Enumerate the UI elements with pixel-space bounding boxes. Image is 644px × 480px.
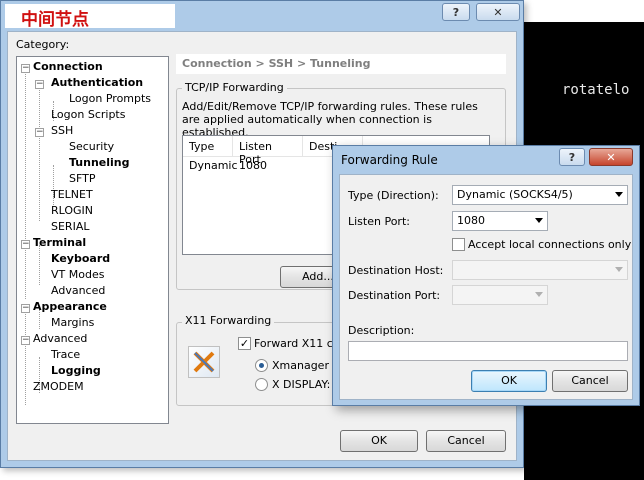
dialog-body: Type (Direction): Dynamic (SOCKS4/5) Lis…: [339, 174, 633, 400]
column-header-type[interactable]: Type: [183, 136, 233, 156]
help-button[interactable]: ?: [442, 3, 470, 21]
cancel-button[interactable]: Cancel: [552, 370, 628, 392]
tree-item-terminal-advanced[interactable]: Advanced: [51, 283, 105, 299]
type-direction-label: Type (Direction):: [348, 189, 439, 202]
tree-item-trace[interactable]: Trace: [51, 347, 80, 363]
tree-item-terminal[interactable]: Terminal: [33, 235, 86, 251]
forward-x11-checkbox[interactable]: ✓: [238, 337, 251, 350]
destination-port-label: Destination Port:: [348, 289, 441, 302]
xdisplay-radio[interactable]: [255, 378, 268, 391]
tree-line: [25, 69, 26, 299]
tree-item-sftp[interactable]: SFTP: [69, 171, 95, 187]
breadcrumb: Connection > SSH > Tunneling: [176, 54, 506, 74]
tree-item-connection[interactable]: Connection: [33, 59, 103, 75]
chevron-down-icon: [615, 267, 623, 272]
titlebar: 中间节点 ? ✕: [1, 1, 523, 31]
tree-line: [39, 85, 40, 221]
tcpip-group-label: TCP/IP Forwarding: [182, 81, 287, 94]
titlebar-buttons: ? ✕: [559, 148, 633, 166]
listen-port-label: Listen Port:: [348, 215, 410, 228]
category-tree[interactable]: − Connection − Authentication Logon Prom…: [16, 56, 169, 424]
x11-group-label: X11 Forwarding: [182, 314, 275, 327]
collapse-icon[interactable]: −: [35, 80, 44, 89]
forwarding-rule-dialog: Forwarding Rule ? ✕ Type (Direction): Dy…: [332, 145, 640, 406]
category-label: Category:: [16, 38, 70, 51]
close-button[interactable]: ✕: [589, 148, 633, 166]
xmanager-radio[interactable]: [255, 359, 268, 372]
tree-item-keyboard[interactable]: Keyboard: [51, 251, 110, 267]
listen-port-value: 1080: [457, 214, 485, 227]
window-title: 中间节点: [5, 4, 175, 30]
help-button[interactable]: ?: [559, 148, 585, 166]
dialog-title: Forwarding Rule: [341, 153, 438, 167]
tree-item-zmodem[interactable]: ZMODEM: [33, 379, 84, 395]
tree-item-margins[interactable]: Margins: [51, 315, 94, 331]
description-input[interactable]: [348, 341, 628, 361]
listen-port-combo[interactable]: 1080: [452, 211, 548, 231]
tree-item-tunneling[interactable]: Tunneling: [69, 155, 130, 171]
tree-item-security[interactable]: Security: [69, 139, 114, 155]
tree-item-logging[interactable]: Logging: [51, 363, 101, 379]
cancel-button[interactable]: Cancel: [426, 430, 506, 452]
collapse-icon[interactable]: −: [21, 336, 30, 345]
tcpip-description: Add/Edit/Remove TCP/IP forwarding rules.…: [182, 100, 478, 139]
tree-item-advanced[interactable]: Advanced: [33, 331, 87, 347]
terminal-text: rotatelo: [562, 82, 630, 98]
tree-item-logon-scripts[interactable]: Logon Scripts: [51, 107, 125, 123]
collapse-icon[interactable]: −: [21, 304, 30, 313]
type-direction-select[interactable]: Dynamic (SOCKS4/5): [452, 185, 628, 205]
chevron-down-icon: [535, 292, 543, 297]
collapse-icon[interactable]: −: [35, 128, 44, 137]
tree-item-appearance[interactable]: Appearance: [33, 299, 107, 315]
close-button[interactable]: ✕: [476, 3, 520, 21]
xmanager-icon: [188, 346, 220, 378]
chevron-down-icon: [615, 192, 623, 197]
xdisplay-label: X DISPLAY:: [272, 378, 331, 391]
column-header-listen-port[interactable]: Listen Port: [233, 136, 303, 166]
tree-item-authentication[interactable]: Authentication: [51, 75, 143, 91]
ok-button[interactable]: OK: [471, 370, 547, 392]
tree-item-vt-modes[interactable]: VT Modes: [51, 267, 104, 283]
xmanager-label: Xmanager: [272, 359, 329, 372]
cell-type: Dynamic: [189, 159, 238, 172]
titlebar-buttons: ? ✕: [442, 3, 520, 21]
tree-item-ssh[interactable]: SSH: [51, 123, 73, 139]
destination-host-label: Destination Host:: [348, 264, 444, 277]
collapse-icon[interactable]: −: [21, 240, 30, 249]
tree-line: [39, 245, 40, 285]
accept-local-checkbox[interactable]: [452, 238, 465, 251]
tree-item-telnet[interactable]: TELNET: [51, 187, 93, 203]
cell-listen-port: 1080: [239, 159, 267, 172]
tree-line: [25, 305, 26, 405]
destination-port-combo[interactable]: [452, 285, 548, 305]
collapse-icon[interactable]: −: [21, 64, 30, 73]
type-direction-value: Dynamic (SOCKS4/5): [457, 188, 573, 201]
description-label: Description:: [348, 324, 415, 337]
tree-item-logon-prompts[interactable]: Logon Prompts: [69, 91, 151, 107]
tree-item-serial[interactable]: SERIAL: [51, 219, 89, 235]
ok-button[interactable]: OK: [340, 430, 418, 452]
destination-host-combo[interactable]: [452, 260, 628, 280]
accept-local-label: Accept local connections only: [468, 238, 632, 251]
tree-item-rlogin[interactable]: RLOGIN: [51, 203, 93, 219]
chevron-down-icon: [535, 218, 543, 223]
